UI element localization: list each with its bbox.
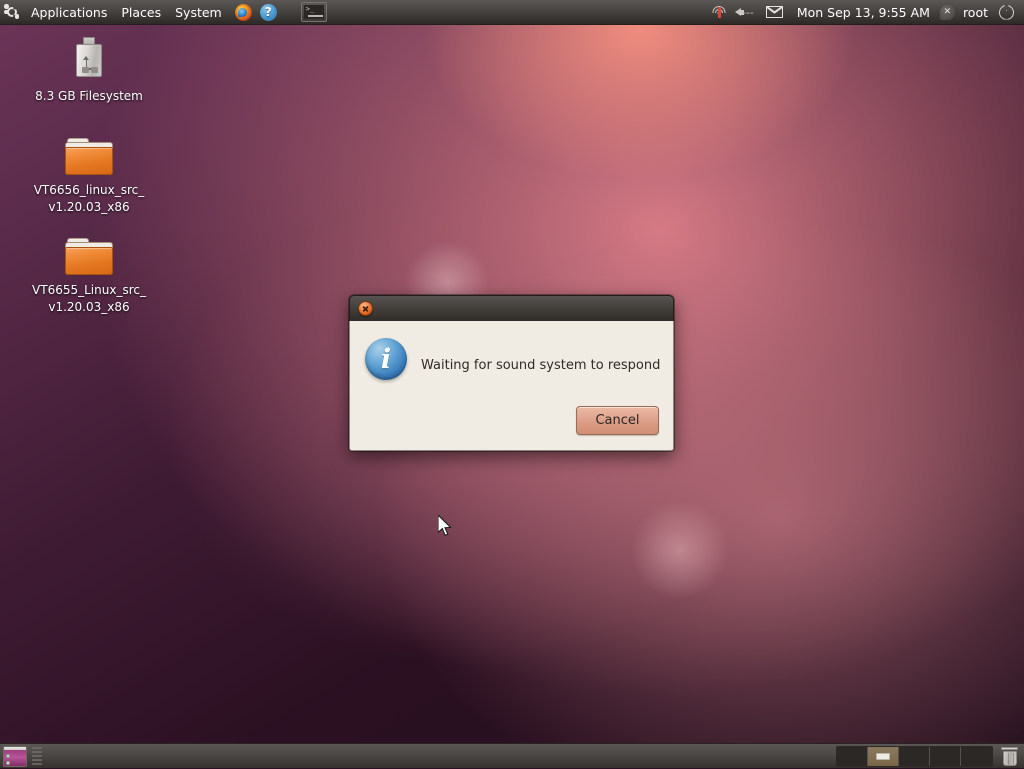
ubuntu-logo-icon[interactable] [0, 0, 24, 25]
workspace-1[interactable] [837, 747, 868, 766]
wifi-icon[interactable] [708, 0, 731, 25]
workspace-2[interactable] [868, 747, 899, 766]
help-launcher-icon[interactable]: ? [256, 0, 281, 25]
menu-system[interactable]: System [168, 0, 229, 25]
mail-envelope-icon[interactable] [758, 0, 791, 25]
bottom-panel [0, 743, 1024, 768]
desktop-icon-filesystem[interactable]: 8.3 GB Filesystem [28, 32, 150, 105]
cancel-button[interactable]: Cancel [576, 406, 659, 435]
show-desktop-icon[interactable] [3, 746, 27, 767]
workspace-4[interactable] [930, 747, 961, 766]
menu-applications[interactable]: Applications [24, 0, 114, 25]
desktop-icon-label-line2: v1.20.03_x86 [46, 199, 131, 216]
username-label[interactable]: root [959, 5, 993, 20]
desktop-icon-label: VT6656_linux_src_ [32, 182, 147, 199]
sound-system-dialog: Waiting for sound system to respond Canc… [349, 295, 674, 451]
info-icon [365, 338, 407, 380]
terminal-launcher-icon[interactable] [281, 0, 331, 25]
tasklist-grip[interactable] [32, 747, 42, 765]
desktop-icon-label: VT6655_Linux_src_ [30, 282, 148, 299]
workspace-5[interactable] [961, 747, 992, 766]
desktop-icon-label-line2: v1.20.03_x86 [46, 299, 131, 316]
window-tasklist[interactable] [42, 744, 836, 769]
menu-places[interactable]: Places [114, 0, 168, 25]
power-icon[interactable] [993, 0, 1018, 25]
volume-icon[interactable]: --- [731, 0, 758, 25]
dialog-message: Waiting for sound system to respond [421, 357, 661, 374]
workspace-3[interactable] [899, 747, 930, 766]
dialog-titlebar[interactable] [349, 295, 674, 321]
top-panel: Applications Places System ? --- Mon Sep… [0, 0, 1024, 25]
folder-icon [28, 226, 150, 278]
usb-drive-icon [28, 32, 150, 84]
close-icon[interactable] [358, 301, 373, 316]
workspace-switcher[interactable] [836, 746, 993, 767]
firefox-launcher-icon[interactable] [229, 0, 256, 25]
folder-icon [28, 126, 150, 178]
clock[interactable]: Mon Sep 13, 9:55 AM [791, 5, 936, 20]
trash-icon[interactable] [1001, 747, 1018, 766]
dialog-body: Waiting for sound system to respond Canc… [349, 321, 674, 451]
desktop-icon-label: 8.3 GB Filesystem [33, 88, 145, 105]
desktop-icon-vt6655[interactable]: VT6655_Linux_src_ v1.20.03_x86 [28, 226, 150, 316]
user-status-busy-icon[interactable] [936, 0, 959, 25]
desktop-icon-vt6656[interactable]: VT6656_linux_src_ v1.20.03_x86 [28, 126, 150, 216]
